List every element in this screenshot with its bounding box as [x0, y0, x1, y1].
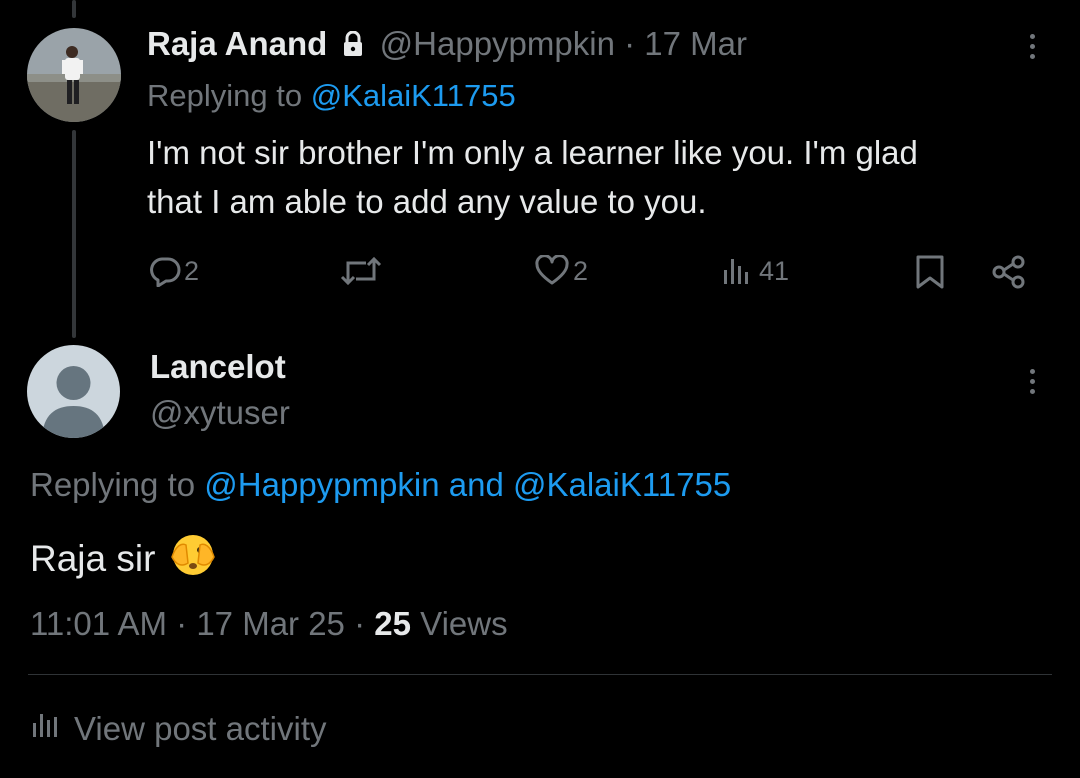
replying-to-link[interactable]: @KalaiK11755 [311, 78, 516, 113]
author-handle[interactable]: @Happypmpkin [380, 25, 615, 62]
replying-label: Replying to [30, 466, 196, 503]
author-name[interactable]: Lancelot [150, 347, 286, 387]
separator-dot: · [624, 25, 636, 62]
like-button[interactable]: 2 [535, 255, 588, 287]
share-icon [990, 254, 1028, 290]
view-post-activity-label: View post activity [74, 709, 327, 747]
post-date[interactable]: 17 Mar 25 [196, 605, 345, 642]
heart-icon [535, 255, 569, 287]
bookmark-icon [914, 254, 946, 290]
replying-to-link-1[interactable]: @Happypmpkin [204, 466, 439, 503]
repost-icon [340, 255, 382, 287]
bar-chart-icon [30, 708, 64, 749]
meta-dot: · [176, 605, 188, 642]
replying-label: Replying to [147, 78, 303, 113]
views-count: 25 [374, 605, 411, 642]
author-name[interactable]: Raja Anand [147, 25, 327, 62]
post-time[interactable]: 11:01 AM [30, 605, 167, 642]
lock-icon [342, 26, 364, 66]
post-text-line1: I'm not sir brother I'm only a learner l… [147, 134, 918, 171]
post-text-line2: that I am able to add any value to you. [147, 183, 707, 220]
divider [28, 674, 1052, 675]
bookmark-button[interactable] [914, 254, 946, 290]
reply-button[interactable]: 2 [148, 255, 199, 287]
more-vertical-icon[interactable] [1029, 34, 1037, 64]
share-button[interactable] [990, 254, 1028, 290]
views-label: Views [420, 605, 508, 642]
avatar-raja-anand[interactable] [27, 28, 121, 122]
views-count: 41 [759, 255, 790, 286]
peeking-eye-emoji [170, 533, 216, 589]
reply-count: 2 [184, 255, 200, 286]
repost-button[interactable] [340, 255, 382, 287]
author-handle[interactable]: @xytuser [150, 393, 290, 433]
views-button[interactable]: 41 [721, 255, 789, 287]
thread-line-top [72, 0, 76, 18]
post-date[interactable]: 17 Mar [644, 25, 747, 62]
more-vertical-icon[interactable] [1029, 369, 1037, 399]
thread-line-connector [72, 130, 76, 338]
post-text: Raja sir [30, 538, 156, 579]
avatar-lancelot[interactable] [27, 345, 120, 438]
view-post-activity-link[interactable]: View post activity [30, 708, 327, 749]
reply-icon [148, 255, 182, 287]
replying-to-link-2[interactable]: @KalaiK11755 [513, 466, 731, 503]
replying-and: and [448, 466, 504, 503]
like-count: 2 [573, 255, 589, 286]
bar-chart-icon [721, 255, 755, 287]
meta-dot: · [354, 605, 366, 642]
